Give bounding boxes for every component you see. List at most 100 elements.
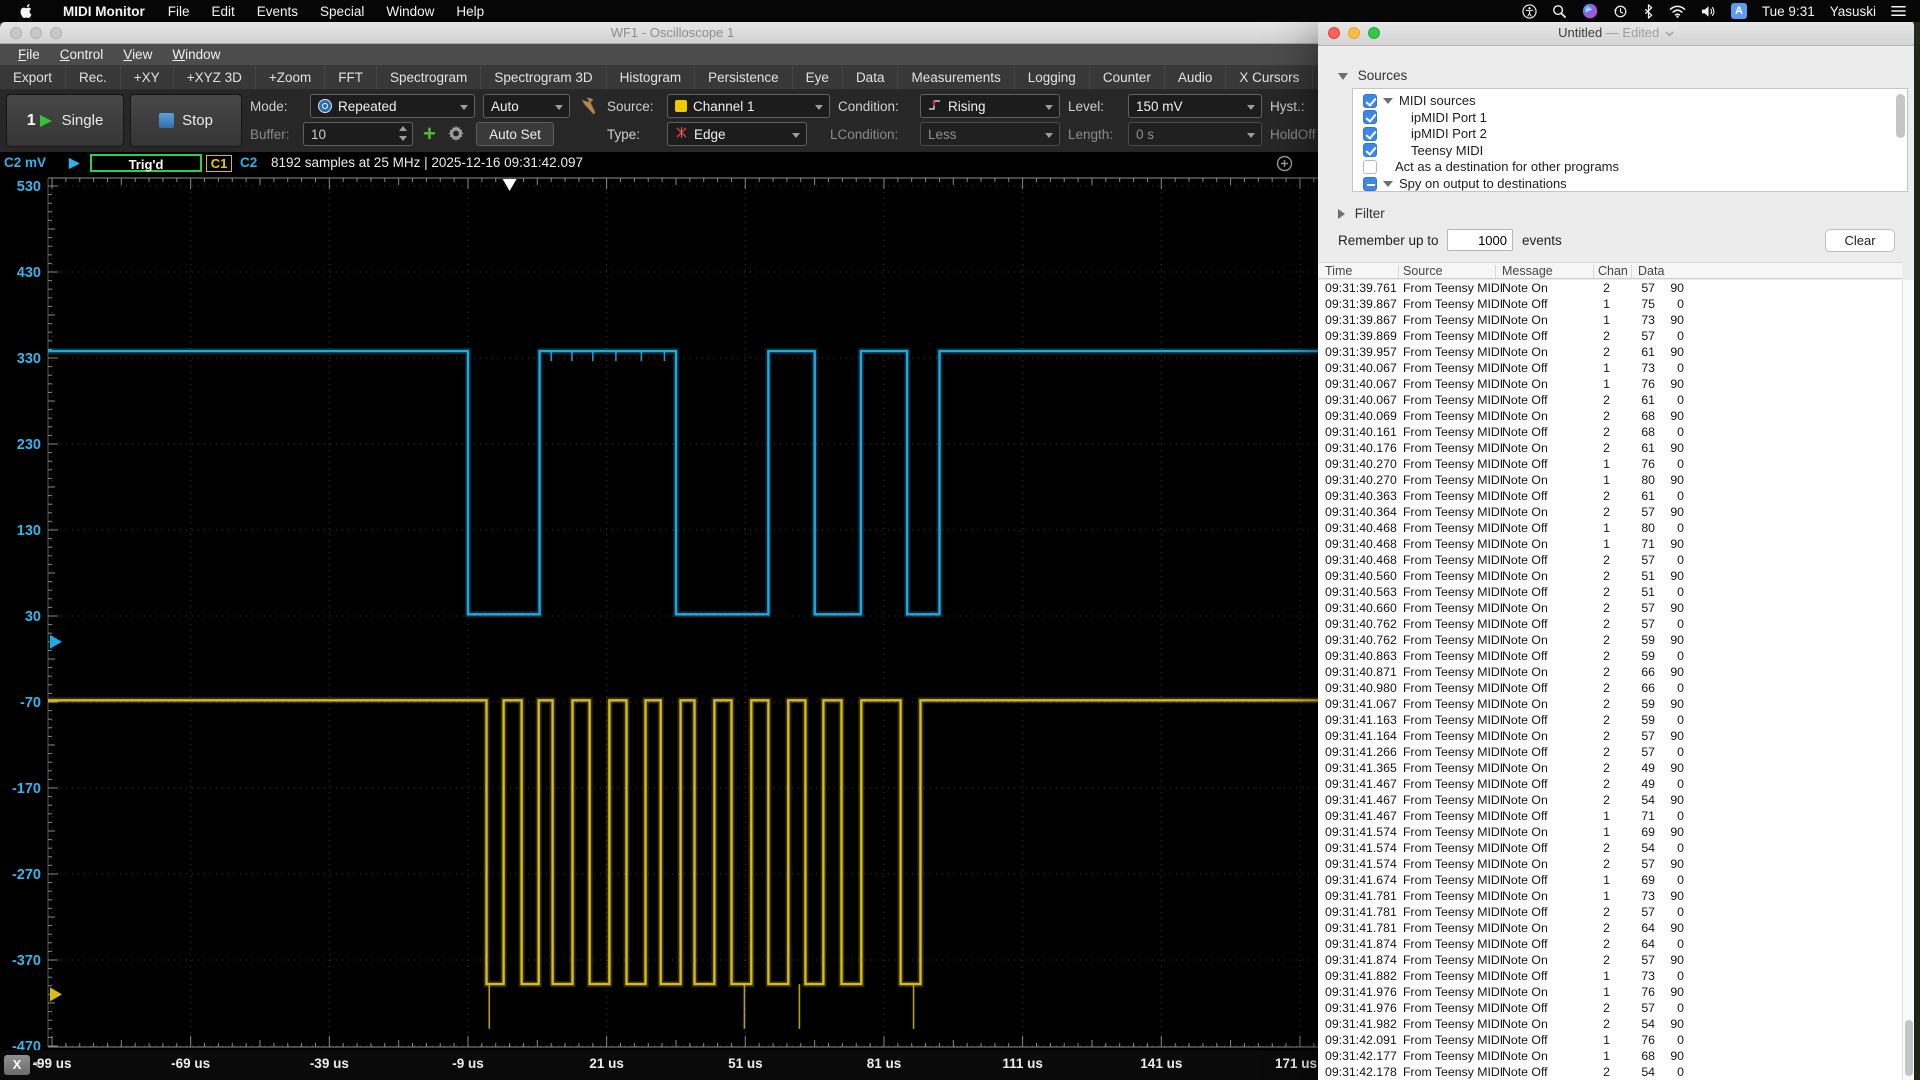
event-row[interactable]: 09:31:41.574 From Teensy MIDI Note On 1 69 90: [1318, 824, 1902, 840]
event-row[interactable]: 09:31:41.067 From Teensy MIDI Note On 2 59 90: [1318, 696, 1902, 712]
add-buffer-icon[interactable]: +: [423, 121, 436, 147]
toolbar-persistence[interactable]: Persistence: [695, 66, 793, 89]
event-row[interactable]: 09:31:41.976 From Teensy MIDI Note On 1 76 90: [1318, 984, 1902, 1000]
event-row[interactable]: 09:31:41.982 From Teensy MIDI Note On 2 54 90: [1318, 1016, 1902, 1032]
source-select[interactable]: Channel 1: [667, 94, 830, 118]
expand-arrow-icon[interactable]: ▶: [69, 155, 79, 171]
column-divider[interactable]: [1593, 265, 1594, 278]
time-machine-icon[interactable]: [1613, 4, 1628, 19]
event-row[interactable]: 09:31:41.781 From Teensy MIDI Note On 1 73 90: [1318, 888, 1902, 904]
event-table[interactable]: 09:31:39.761 From Teensy MIDI Note On 2 57 90…: [1318, 280, 1902, 1080]
event-row[interactable]: 09:31:39.761 From Teensy MIDI Note On 2 57 90: [1318, 280, 1902, 296]
event-row[interactable]: 09:31:40.067 From Teensy MIDI Note On 1 76 90: [1318, 376, 1902, 392]
toolbar-fft[interactable]: FFT: [325, 66, 378, 89]
bluetooth-icon[interactable]: [1643, 3, 1654, 19]
toolbar-x-cursors[interactable]: X Cursors: [1226, 66, 1314, 89]
event-row[interactable]: 09:31:41.365 From Teensy MIDI Note On 2 49 90: [1318, 760, 1902, 776]
source-checkbox-mix[interactable]: [1363, 176, 1377, 191]
event-row[interactable]: 09:31:42.091 From Teensy MIDI Note Off 1 76 0: [1318, 1032, 1902, 1048]
event-row[interactable]: 09:31:39.957 From Teensy MIDI Note On 2 61 90: [1318, 344, 1902, 360]
column-header-time[interactable]: Time: [1325, 264, 1352, 278]
column-header-message[interactable]: Message: [1502, 264, 1553, 278]
toolbar-data[interactable]: Data: [843, 66, 899, 89]
level-select[interactable]: 150 mV: [1128, 94, 1262, 118]
event-row[interactable]: 09:31:41.674 From Teensy MIDI Note Off 1 69 0: [1318, 872, 1902, 888]
toolbar--zoom[interactable]: +Zoom: [256, 66, 326, 89]
toolbar-histogram[interactable]: Histogram: [607, 66, 696, 89]
source-row[interactable]: Spy on output to destinations: [1353, 175, 1893, 192]
event-row[interactable]: 09:31:40.067 From Teensy MIDI Note Off 1 73 0: [1318, 360, 1902, 376]
source-row[interactable]: MIDI sources: [1353, 92, 1893, 109]
event-row[interactable]: 09:31:41.467 From Teensy MIDI Note Off 2 49 0: [1318, 776, 1902, 792]
input-source-a-icon[interactable]: A: [1730, 3, 1747, 19]
toolbar--xy[interactable]: +XY: [121, 66, 174, 89]
toolbar-audio[interactable]: Audio: [1165, 66, 1227, 89]
midi-title-bar[interactable]: Untitled — Edited: [1318, 20, 1914, 46]
event-table-scrollbar[interactable]: [1902, 280, 1914, 1080]
toolbar-eye[interactable]: Eye: [793, 66, 843, 89]
clear-button[interactable]: Clear: [1825, 229, 1895, 252]
event-row[interactable]: 09:31:42.178 From Teensy MIDI Note Off 2 54 0: [1318, 1064, 1902, 1080]
zoom-reset-icon[interactable]: [1276, 155, 1293, 177]
menubar-item-file[interactable]: File: [157, 4, 201, 19]
length-select[interactable]: 0 s: [1128, 122, 1262, 146]
channel2-badge[interactable]: C2: [240, 155, 257, 170]
toolbar-export[interactable]: Export: [0, 66, 67, 89]
event-row[interactable]: 09:31:41.574 From Teensy MIDI Note Off 2 54 0: [1318, 840, 1902, 856]
event-row[interactable]: 09:31:40.980 From Teensy MIDI Note Off 2 66 0: [1318, 680, 1902, 696]
volume-icon[interactable]: [1701, 5, 1716, 18]
event-row[interactable]: 09:31:40.270 From Teensy MIDI Note Off 1 76 0: [1318, 456, 1902, 472]
source-row[interactable]: ipMIDI Port 1: [1353, 109, 1893, 126]
toolbar--xyz-3d[interactable]: +XYZ 3D: [174, 66, 256, 89]
notification-list-icon[interactable]: [1891, 5, 1906, 17]
disclosure-open-icon[interactable]: [1383, 180, 1393, 187]
event-row[interactable]: 09:31:41.467 From Teensy MIDI Note On 2 54 90: [1318, 792, 1902, 808]
column-header-data[interactable]: Data: [1638, 264, 1664, 278]
type-select[interactable]: Edge: [667, 122, 807, 146]
event-row[interactable]: 09:31:41.266 From Teensy MIDI Note Off 2 57 0: [1318, 744, 1902, 760]
menubar-user[interactable]: Yasuski: [1830, 4, 1876, 19]
event-row[interactable]: 09:31:40.161 From Teensy MIDI Note Off 2 68 0: [1318, 424, 1902, 440]
condition-select[interactable]: Rising: [920, 94, 1060, 118]
scope-display[interactable]: 530 430 330 230 130 30 -70 -170 -270 -370 -470: [0, 176, 1345, 1050]
disclosure-open-icon[interactable]: [1338, 72, 1348, 80]
active-app-name[interactable]: MIDI Monitor: [51, 4, 157, 19]
event-row[interactable]: 09:31:40.270 From Teensy MIDI Note On 1 80 90: [1318, 472, 1902, 488]
column-divider[interactable]: [1631, 265, 1632, 278]
toolbar-spectrogram[interactable]: Spectrogram: [377, 66, 482, 89]
event-row[interactable]: 09:31:40.363 From Teensy MIDI Note Off 2 61 0: [1318, 488, 1902, 504]
event-row[interactable]: 09:31:41.882 From Teensy MIDI Note Off 1 73 0: [1318, 968, 1902, 984]
menubar-item-window[interactable]: Window: [375, 4, 445, 19]
disclosure-closed-icon[interactable]: [1338, 209, 1345, 220]
event-row[interactable]: 09:31:42.177 From Teensy MIDI Note On 1 68 90: [1318, 1048, 1902, 1064]
event-row[interactable]: 09:31:40.468 From Teensy MIDI Note On 1 71 90: [1318, 536, 1902, 552]
event-row[interactable]: 09:31:39.867 From Teensy MIDI Note Off 1 75 0: [1318, 296, 1902, 312]
apple-menu-icon[interactable]: [0, 3, 51, 19]
toolbar-spectrogram-3d[interactable]: Spectrogram 3D: [481, 66, 607, 89]
event-row[interactable]: 09:31:40.468 From Teensy MIDI Note Off 2 57 0: [1318, 552, 1902, 568]
event-table-header[interactable]: Time Source Message Chan Data: [1318, 262, 1902, 279]
event-row[interactable]: 09:31:40.560 From Teensy MIDI Note On 2 51 90: [1318, 568, 1902, 584]
remember-count-input[interactable]: [1447, 229, 1513, 251]
auto-set-button[interactable]: Auto Set: [476, 122, 554, 146]
event-row[interactable]: 09:31:41.164 From Teensy MIDI Note On 2 57 90: [1318, 728, 1902, 744]
sources-scrollbar-thumb[interactable]: [1896, 94, 1905, 138]
buffer-stepper[interactable]: 10: [303, 122, 413, 146]
source-row[interactable]: Act as a destination for other programs: [1353, 158, 1893, 175]
tools-hammer-icon[interactable]: [579, 97, 597, 120]
source-checkbox-on[interactable]: [1363, 93, 1377, 108]
toolbar-counter[interactable]: Counter: [1090, 66, 1165, 89]
event-row[interactable]: 09:31:41.976 From Teensy MIDI Note Off 2 57 0: [1318, 1000, 1902, 1016]
event-row[interactable]: 09:31:40.067 From Teensy MIDI Note Off 2 61 0: [1318, 392, 1902, 408]
event-scrollbar-thumb[interactable]: [1904, 1020, 1913, 1076]
event-row[interactable]: 09:31:41.467 From Teensy MIDI Note Off 1 71 0: [1318, 808, 1902, 824]
siri-icon[interactable]: [1582, 3, 1598, 19]
event-row[interactable]: 09:31:41.781 From Teensy MIDI Note On 2 64 90: [1318, 920, 1902, 936]
event-row[interactable]: 09:31:39.869 From Teensy MIDI Note Off 2 57 0: [1318, 328, 1902, 344]
source-checkbox-on[interactable]: [1363, 126, 1377, 141]
event-row[interactable]: 09:31:40.871 From Teensy MIDI Note On 2 66 90: [1318, 664, 1902, 680]
wifi-icon[interactable]: [1669, 5, 1686, 18]
menubar-item-help[interactable]: Help: [445, 4, 495, 19]
column-divider[interactable]: [1398, 265, 1399, 278]
scope-menu-window[interactable]: Window: [162, 47, 230, 62]
